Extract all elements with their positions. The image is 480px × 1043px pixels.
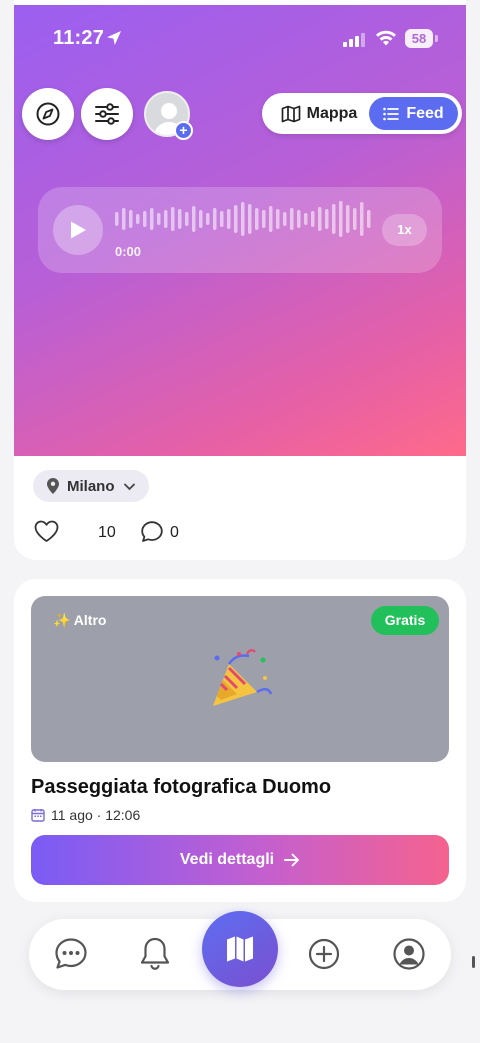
waveform-bar [283,212,287,226]
waveform-bar [248,204,252,234]
signal-icon [343,33,365,47]
list-icon [383,107,400,120]
waveform-bar [346,205,350,233]
waveform-bar [122,208,126,230]
compass-icon [36,102,60,126]
waveform-bar [318,207,322,231]
status-bar: 11:27 58 [0,0,480,76]
waveform-bar [332,204,336,234]
map-icon [227,936,253,962]
view-toggle: Mappa Feed [262,93,462,134]
waveform-bar [269,206,273,232]
sliders-icon [95,103,119,125]
event-title: Passeggiata fotografica Duomo [31,776,332,798]
plus-circle-icon [308,938,340,970]
waveform-bar [276,209,280,229]
waveform-bar [325,209,329,229]
waveform-bar [367,210,371,228]
waveform-bar [185,212,189,226]
battery-indicator: 58 [405,29,433,48]
toggle-map[interactable]: Mappa [270,97,368,130]
event-category: ✨ Altro [53,612,107,628]
waveform-bar [115,212,119,226]
scroll-indicator [472,956,475,968]
waveform-bar [171,207,175,231]
event-card[interactable]: ✨ Altro Gratis Passeggiata fotografica D… [14,579,466,902]
waveform-bar [255,208,259,230]
waveform-bar [178,209,182,229]
explore-button[interactable] [22,88,74,140]
toggle-feed[interactable]: Feed [369,97,458,130]
heart-icon[interactable] [34,520,59,543]
chat-icon [55,938,87,969]
waveform-bar [129,210,133,228]
location-chip[interactable]: Milano [33,470,149,502]
waveform-bar [311,211,315,227]
tab-create[interactable] [304,934,344,974]
like-count: 10 [98,524,116,541]
waveform-bar [353,208,357,230]
waveform-bar [150,208,154,230]
location-arrow-icon [107,31,121,45]
audio-player: 0:00 1x [38,187,442,273]
waveform-bar [234,205,238,233]
waveform-bar [206,213,210,225]
waveform-bar [213,208,217,230]
profile-icon [393,938,425,970]
waveform-bar [157,213,161,225]
speed-button[interactable]: 1x [382,214,427,246]
waveform-bar [220,211,224,227]
wifi-icon [376,30,396,46]
post-card: Milano 10 0 [14,0,466,560]
waveform-bar [262,210,266,228]
post-stats: 10 0 [34,519,234,547]
battery-cap [435,35,438,42]
status-time: 11:27 [53,27,105,49]
filter-button[interactable] [81,88,133,140]
details-button[interactable]: Vedi dettagli [31,835,449,885]
waveform-bar [241,202,245,236]
player-time: 0:00 [115,244,142,259]
toggle-map-label: Mappa [306,104,358,122]
price-badge: Gratis [371,606,439,635]
map-icon [281,105,301,122]
event-date-text: 11 ago · 12:06 [51,807,141,823]
waveform[interactable] [115,200,375,238]
waveform-bar [192,206,196,232]
comment-icon[interactable] [140,520,164,544]
arrow-right-icon [284,853,300,867]
pin-icon [47,478,59,494]
waveform-bar [304,213,308,225]
calendar-icon [31,809,45,822]
waveform-bar [339,201,343,237]
waveform-bar [290,208,294,230]
play-button[interactable] [53,205,103,255]
toggle-feed-label: Feed [406,104,444,122]
tab-chat[interactable] [51,934,91,974]
waveform-bar [136,214,140,224]
party-popper-icon [213,649,273,706]
add-avatar-icon[interactable]: + [174,121,193,140]
bell-icon [140,937,170,970]
tab-profile[interactable] [389,934,429,974]
play-icon [71,221,86,239]
waveform-bar [360,202,364,236]
waveform-bar [297,210,301,228]
location-label: Milano [67,477,115,495]
waveform-bar [199,210,203,228]
tab-map[interactable] [202,911,278,987]
waveform-bar [164,210,168,228]
waveform-bar [227,209,231,229]
comment-count: 0 [170,524,179,541]
event-image: ✨ Altro Gratis [31,596,449,762]
waveform-bar [143,211,147,227]
chevron-down-icon [123,483,135,490]
tab-notifications[interactable] [135,934,175,974]
details-button-label: Vedi dettagli [179,851,275,868]
event-date: 11 ago · 12:06 [31,807,140,823]
